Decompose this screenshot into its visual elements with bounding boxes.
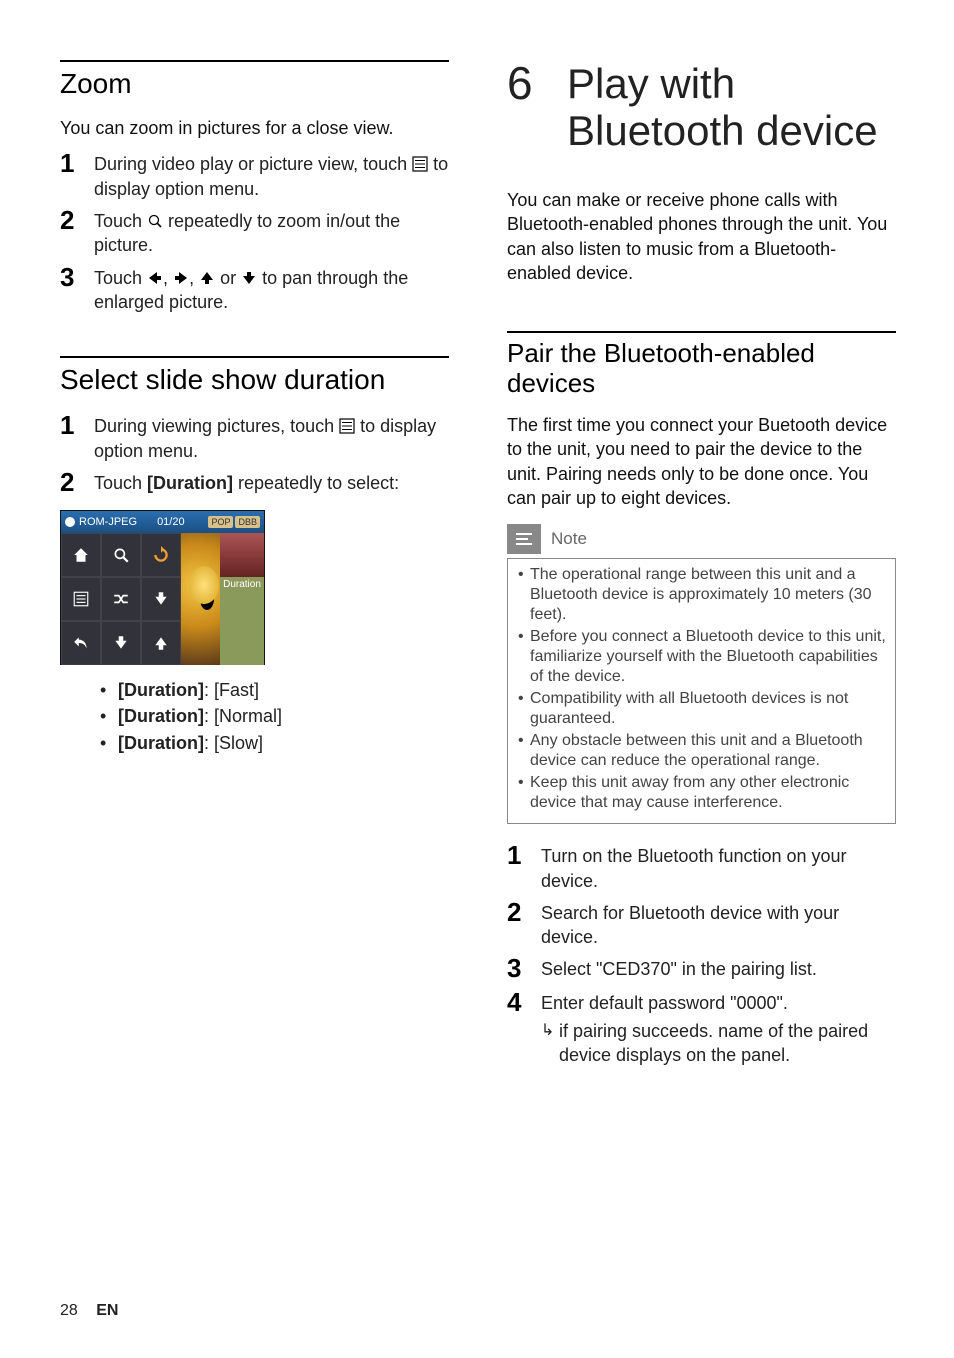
step-text: Turn on the Bluetooth function on your d… [541, 842, 896, 893]
dbb-badge: DBB [235, 516, 260, 528]
step-number: 1 [507, 842, 541, 869]
right-column: 6 Play with Bluetooth device You can mak… [507, 60, 896, 1074]
left-column: Zoom You can zoom in pictures for a clos… [60, 60, 449, 1074]
note-box: Note The operational range between this … [507, 524, 896, 824]
step-number: 1 [60, 412, 94, 439]
duration-options: [Duration]: [Fast] [Duration]: [Normal] … [100, 677, 449, 755]
arrow-down-icon [101, 621, 141, 665]
step-number: 3 [60, 264, 94, 291]
slide-steps: 1 During viewing pictures, touch to disp… [60, 412, 449, 496]
note-item: Any obstacle between this unit and a Blu… [516, 731, 887, 771]
arrow-down-icon [141, 577, 181, 621]
chapter-intro: You can make or receive phone calls with… [507, 188, 896, 285]
pair-heading: Pair the Bluetooth-enabled devices [507, 339, 896, 399]
note-icon [507, 524, 541, 554]
rule [60, 60, 449, 62]
rule [507, 331, 896, 333]
note-item: Before you connect a Bluetooth device to… [516, 627, 887, 687]
duration-tile: Duration [220, 577, 264, 665]
step-text: During video play or picture view, touch… [94, 150, 449, 201]
list-item: [Duration]: [Slow] [100, 730, 449, 756]
arrow-up-icon [199, 270, 215, 286]
list-item: [Duration]: [Normal] [100, 703, 449, 729]
rule [60, 356, 449, 358]
pair-intro: The first time you connect your Buetooth… [507, 413, 896, 510]
pair-steps: 1 Turn on the Bluetooth function on your… [507, 842, 896, 1067]
language-code: EN [96, 1302, 118, 1319]
rotate-icon [141, 533, 181, 577]
chapter-title: Play with Bluetooth device [567, 60, 896, 154]
result-arrow-icon: ↳ [541, 1019, 559, 1042]
step-text: Touch , , or to pan through the enlarged… [94, 264, 449, 315]
picture-preview [181, 533, 220, 665]
page-number: 28 [60, 1302, 78, 1319]
menu-list-icon [412, 156, 428, 172]
result-substep: ↳ if pairing succeeds. name of the paire… [541, 1019, 896, 1068]
note-item: Keep this unit away from any other elect… [516, 773, 887, 813]
zoom-steps: 1 During video play or picture view, tou… [60, 150, 449, 314]
slide-heading: Select slide show duration [60, 364, 449, 396]
screenshot-side-a [220, 533, 264, 577]
arrow-right-icon [173, 270, 189, 286]
disc-icon [65, 517, 75, 527]
duration-screenshot: ROM-JPEG 01/20 POP DBB Duration [60, 510, 265, 665]
arrow-left-icon [147, 270, 163, 286]
screenshot-mode-label: ROM-JPEG [79, 516, 137, 528]
chapter-number: 6 [507, 60, 567, 106]
step-text: During viewing pictures, touch to displa… [94, 412, 449, 463]
zoom-intro: You can zoom in pictures for a close vie… [60, 116, 449, 140]
note-item: The operational range between this unit … [516, 565, 887, 625]
shuffle-icon [101, 577, 141, 621]
page-footer: 28 EN [60, 1302, 118, 1320]
pop-badge: POP [208, 516, 233, 528]
step-number: 4 [507, 989, 541, 1016]
screenshot-topbar: ROM-JPEG 01/20 POP DBB [61, 511, 264, 533]
step-text: Search for Bluetooth device with your de… [541, 899, 896, 950]
list-item: [Duration]: [Fast] [100, 677, 449, 703]
step-text: Touch [Duration] repeatedly to select: [94, 469, 399, 495]
magnifier-icon [147, 213, 163, 229]
menu-list-icon [339, 418, 355, 434]
step-number: 1 [60, 150, 94, 177]
step-number: 2 [60, 469, 94, 496]
note-item: Compatibility with all Bluetooth devices… [516, 689, 887, 729]
step-number: 2 [60, 207, 94, 234]
note-label: Note [551, 529, 587, 549]
step-number: 3 [507, 955, 541, 982]
step-text: Enter default password "0000". ↳ if pair… [541, 989, 896, 1068]
step-text: Select "CED370" in the pairing list. [541, 955, 817, 981]
back-icon [61, 621, 101, 665]
arrow-down-icon [241, 270, 257, 286]
step-text: Touch repeatedly to zoom in/out the pict… [94, 207, 449, 258]
home-icon [61, 533, 101, 577]
zoom-heading: Zoom [60, 68, 449, 100]
screenshot-counter: 01/20 [157, 516, 185, 528]
menu-list-icon [61, 577, 101, 621]
step-number: 2 [507, 899, 541, 926]
arrow-up-icon [141, 621, 181, 665]
magnifier-icon [101, 533, 141, 577]
